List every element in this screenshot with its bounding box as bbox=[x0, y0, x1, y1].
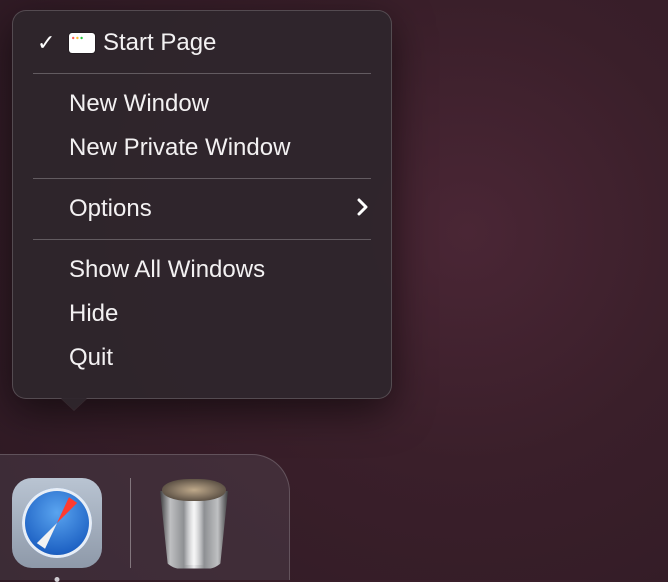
dock-context-menu: ✓ Start Page New Window New Private Wind… bbox=[12, 10, 392, 399]
menu-item-new-private-window[interactable]: New Private Window bbox=[13, 126, 391, 170]
menu-item-label: Show All Windows bbox=[69, 254, 265, 286]
chevron-right-icon bbox=[357, 193, 369, 225]
menu-item-new-window[interactable]: New Window bbox=[13, 82, 391, 126]
menu-item-hide[interactable]: Hide bbox=[13, 292, 391, 336]
menu-item-label: Quit bbox=[69, 342, 113, 374]
dock-trash[interactable] bbox=[149, 478, 239, 568]
safari-icon bbox=[22, 488, 92, 558]
window-icon bbox=[69, 33, 95, 53]
menu-item-start-page[interactable]: ✓ Start Page bbox=[13, 21, 391, 65]
menu-item-show-all-windows[interactable]: Show All Windows bbox=[13, 248, 391, 292]
menu-item-label: Start Page bbox=[103, 27, 216, 59]
checkmark-icon: ✓ bbox=[37, 27, 55, 59]
menu-item-label: Hide bbox=[69, 298, 118, 330]
running-indicator bbox=[55, 577, 60, 582]
menu-item-quit[interactable]: Quit bbox=[13, 336, 391, 380]
dock-separator bbox=[130, 478, 131, 568]
menu-pointer-arrow bbox=[61, 398, 87, 410]
menu-item-label: New Private Window bbox=[69, 132, 290, 164]
menu-separator bbox=[33, 178, 371, 179]
menu-item-label: Options bbox=[69, 193, 152, 225]
menu-separator bbox=[33, 239, 371, 240]
menu-item-label: New Window bbox=[69, 88, 209, 120]
dock bbox=[0, 454, 290, 580]
dock-app-safari[interactable] bbox=[12, 478, 102, 568]
menu-separator bbox=[33, 73, 371, 74]
trash-icon bbox=[154, 475, 234, 571]
menu-item-options[interactable]: Options bbox=[13, 187, 391, 231]
